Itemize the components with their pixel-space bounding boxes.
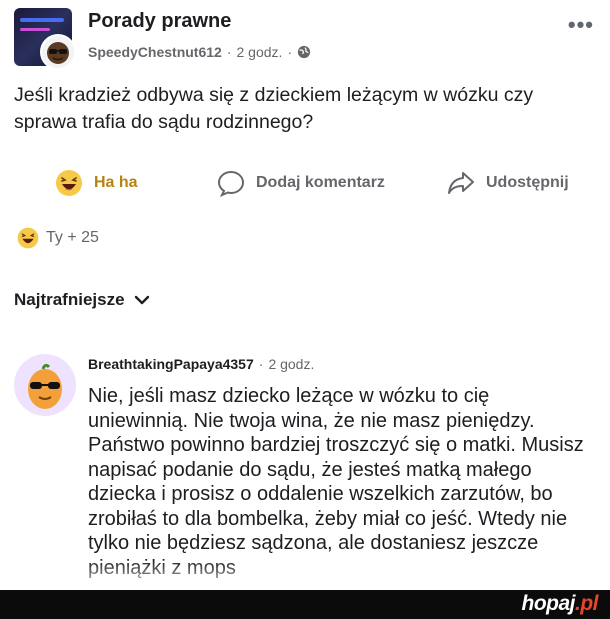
post-time[interactable]: 2 godz.	[237, 44, 283, 60]
share-button[interactable]: Udostępnij	[446, 168, 569, 198]
comment-meta: BreathtakingPapaya4357 · 2 godz.	[88, 356, 314, 372]
bottom-fade	[0, 560, 610, 590]
commenter-avatar[interactable]	[14, 354, 76, 416]
post-text: Jeśli kradzież odbywa się z dzieckiem le…	[14, 84, 534, 133]
meta-separator: ·	[226, 44, 232, 60]
haha-reaction-icon	[17, 227, 39, 249]
meta-separator: ·	[258, 356, 264, 372]
comment-sort-dropdown[interactable]: Najtrafniejsze	[14, 290, 151, 310]
haha-label: Ha ha	[94, 174, 138, 191]
comment-author[interactable]: BreathtakingPapaya4357	[88, 356, 254, 372]
share-arrow-icon	[448, 172, 474, 194]
watermark-bar: hopaj.pl	[0, 590, 610, 619]
post-meta: SpeedyChestnut612 · 2 godz. ·	[88, 44, 311, 60]
meta-separator: ·	[287, 44, 293, 60]
comment-text: Nie, jeśli masz dziecko leżące w wózku t…	[88, 385, 584, 579]
post-header: Porady prawne SpeedyChestnut612 · 2 godz…	[14, 8, 596, 70]
comment-time[interactable]: 2 godz.	[268, 356, 314, 372]
papaya-sunglasses-icon	[28, 363, 62, 409]
comment-bubble-icon	[217, 170, 245, 197]
reactions-count: Ty + 25	[46, 229, 99, 246]
author-avatar[interactable]	[40, 34, 76, 70]
comment-label: Dodaj komentarz	[256, 174, 385, 191]
haha-icon	[56, 170, 82, 196]
watermark-suffix: .pl	[575, 592, 599, 615]
group-avatar-stripe	[20, 18, 64, 22]
comment: BreathtakingPapaya4357 · 2 godz. Nie, je…	[14, 350, 604, 590]
sort-label: Najtrafniejsze	[14, 290, 125, 309]
group-avatar-stripe-secondary	[20, 28, 50, 31]
post-author[interactable]: SpeedyChestnut612	[88, 44, 222, 60]
watermark-main: hopaj	[521, 592, 576, 615]
share-label: Udostępnij	[486, 174, 569, 191]
comment-button[interactable]: Dodaj komentarz	[216, 168, 385, 198]
more-icon[interactable]: •••	[568, 12, 594, 38]
post-actions: Ha ha Dodaj komentarz Udostępnij	[0, 160, 610, 204]
watermark-logo: hopaj.pl	[522, 592, 599, 616]
sunglasses-face-icon	[47, 42, 69, 64]
reactions-summary[interactable]: Ty + 25	[16, 226, 99, 250]
haha-button[interactable]: Ha ha	[54, 168, 138, 198]
globe-icon	[297, 45, 311, 59]
chevron-down-icon	[134, 295, 149, 305]
group-name[interactable]: Porady prawne	[88, 10, 231, 33]
